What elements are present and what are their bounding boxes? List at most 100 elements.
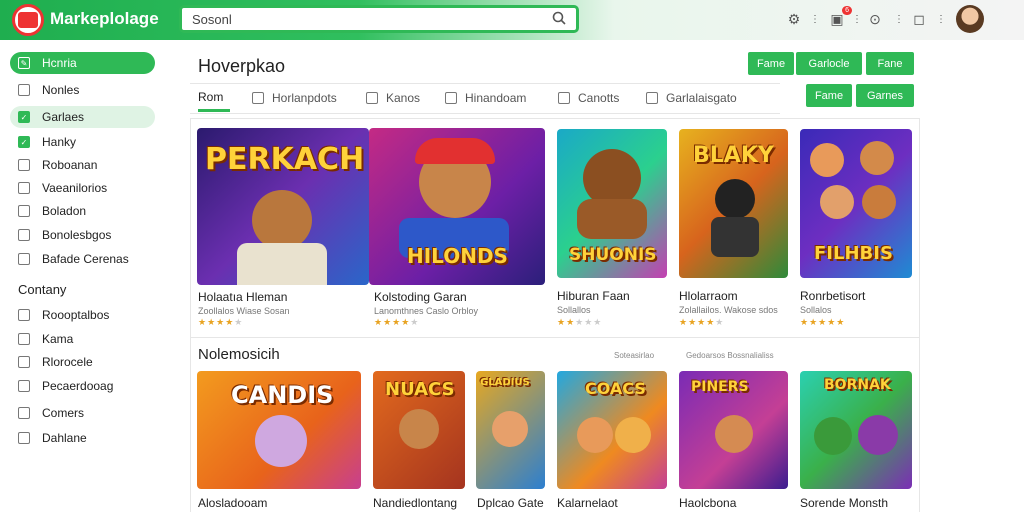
chat-icon[interactable]: ◻: [910, 10, 928, 28]
sidebar-item-label: Garlaes: [42, 110, 85, 124]
divider: [190, 113, 780, 114]
sidebar-item-label: Dahlane: [42, 431, 87, 445]
game-subtitle: Sollalos: [800, 305, 832, 315]
tab-rom[interactable]: Rom: [198, 84, 230, 112]
search-icon[interactable]: [552, 11, 566, 25]
notifications-icon[interactable]: ▣ 6: [828, 6, 852, 28]
section-link[interactable]: Gedoarsos Bossnalialiss: [686, 351, 774, 360]
sidebar-item[interactable]: Bonolesbgos: [10, 224, 155, 246]
fane-button[interactable]: Fane: [866, 52, 914, 75]
sidebar-item[interactable]: ✓ Garlaes: [10, 106, 155, 128]
sidebar-item[interactable]: Roooptalbos: [10, 304, 155, 326]
sidebar-item[interactable]: Roboanan: [10, 154, 155, 176]
game-title[interactable]: Holaatıa Hleman: [198, 290, 287, 304]
sidebar-item[interactable]: Dahlane: [10, 427, 155, 449]
garlocle-button[interactable]: Garlocle: [796, 52, 862, 75]
character-head: [810, 143, 844, 177]
game-title[interactable]: Haolcbona: [679, 496, 736, 510]
app-logo[interactable]: [12, 4, 44, 36]
brand-name: Markeplolage: [50, 9, 159, 28]
gear-icon[interactable]: ⚙: [785, 10, 803, 28]
game-title[interactable]: Nandiedlontang: [373, 496, 457, 510]
more-vert-icon[interactable]: ⋮: [932, 10, 950, 28]
more-vert-icon[interactable]: ⋮: [806, 10, 824, 28]
game-card-image[interactable]: NUACS: [373, 371, 465, 489]
game-art-title: BLAKY: [693, 143, 774, 168]
game-card-image[interactable]: HILONDS: [369, 128, 545, 285]
sidebar-item[interactable]: Rlorocele: [10, 351, 155, 373]
game-subtitle: Lanomthnes Caslo Orbloy: [374, 306, 479, 316]
divider: [190, 337, 920, 338]
tab-horlanpdots[interactable]: Horlanpdots: [252, 84, 337, 112]
sidebar-item-label: Bonolesbgos: [42, 228, 112, 242]
sidebar-item-label: Rlorocele: [42, 355, 93, 369]
tab-canotts[interactable]: Canotts: [558, 84, 619, 112]
tab-kanos[interactable]: Kanos: [366, 84, 420, 112]
game-art-title: PINERS: [691, 379, 749, 395]
sidebar-item[interactable]: Pecaerdooag: [10, 375, 155, 397]
more-vert-icon[interactable]: ⋮: [890, 10, 908, 28]
section-link[interactable]: Soteasirlao: [614, 351, 654, 360]
game-title[interactable]: Alosladooam: [198, 496, 267, 510]
game-card-image[interactable]: CANDIS: [197, 371, 361, 489]
fame-button[interactable]: Fame: [806, 84, 852, 107]
red-cap: [415, 138, 495, 164]
garnes-button[interactable]: Garnes: [856, 84, 914, 107]
game-title[interactable]: Hiburan Faan: [557, 289, 630, 303]
image-icon: [646, 92, 658, 104]
game-card-image[interactable]: COACS: [557, 371, 667, 489]
game-title[interactable]: Dplcao Gate: [477, 496, 544, 510]
game-title[interactable]: Sorende Monsth: [800, 496, 888, 510]
square-icon: [18, 309, 30, 321]
tab-hinandoam[interactable]: Hinandoam: [445, 84, 526, 112]
game-card-image[interactable]: PERKACH: [197, 128, 369, 285]
character-head: [860, 141, 894, 175]
game-card-image[interactable]: PINERS: [679, 371, 788, 489]
sidebar-item-label: Nonles: [42, 83, 80, 97]
search-input[interactable]: [192, 11, 532, 27]
character-head: [492, 411, 528, 447]
check-icon: ✓: [18, 136, 30, 148]
page-title: Hoverpkao: [198, 56, 286, 76]
search-bar[interactable]: [179, 5, 579, 33]
user-avatar[interactable]: [956, 5, 984, 33]
game-card-image[interactable]: FILHBIS: [800, 129, 912, 278]
game-title[interactable]: Ronrbetisort: [800, 289, 865, 303]
game-art-title: GLADIUS: [480, 377, 530, 388]
bear-character: [255, 415, 307, 467]
sidebar-item[interactable]: Boladon: [10, 200, 155, 222]
bear-character: [252, 190, 312, 250]
tab-garlalaisgato[interactable]: Garlalaisgato: [646, 84, 737, 112]
link-icon: [558, 92, 570, 104]
sidebar-item[interactable]: Bafade Cerenas: [10, 248, 155, 270]
game-card-image[interactable]: SHUONIS: [557, 129, 667, 278]
sidebar-item[interactable]: ✓ Hanky: [10, 131, 155, 153]
game-title[interactable]: Kalarnelaot: [557, 496, 618, 510]
sidebar-item-label: Roooptalbos: [42, 308, 110, 322]
square-icon: [18, 333, 30, 345]
game-card-image[interactable]: BLAKY: [679, 129, 788, 278]
game-title[interactable]: Hlolarraom: [679, 289, 738, 303]
tab-label: Hinandoam: [465, 91, 527, 105]
square-icon: [18, 432, 30, 444]
fame-button[interactable]: Fame: [748, 52, 794, 75]
sidebar-item[interactable]: Nonles: [10, 79, 155, 101]
game-subtitle: Sollallos: [557, 305, 591, 315]
sidebar-item[interactable]: Kama: [10, 328, 155, 350]
sidebar-item-label: Kama: [42, 332, 74, 346]
rating-stars: ★★★★★: [679, 317, 725, 327]
game-subtitle: Zolallailos. Wakose sdos: [679, 305, 778, 315]
download-icon[interactable]: ⊙: [866, 10, 884, 28]
game-art-title: SHUONIS: [569, 245, 657, 265]
square-icon: [18, 159, 30, 171]
sidebar-item[interactable]: Vaeanilorios: [10, 177, 155, 199]
sidebar-item-home[interactable]: ✎ Hcnria: [10, 52, 155, 74]
game-card-image[interactable]: GLADIUS: [476, 371, 545, 489]
game-title[interactable]: Kolstoding Garan: [374, 290, 467, 304]
tab-label: Kanos: [386, 91, 421, 105]
box-icon: [445, 92, 457, 104]
sidebar-item[interactable]: Comers: [10, 402, 155, 424]
game-art-title: COACS: [585, 379, 646, 398]
more-vert-icon[interactable]: ⋮: [848, 10, 866, 28]
game-card-image[interactable]: BORNAK: [800, 371, 912, 489]
